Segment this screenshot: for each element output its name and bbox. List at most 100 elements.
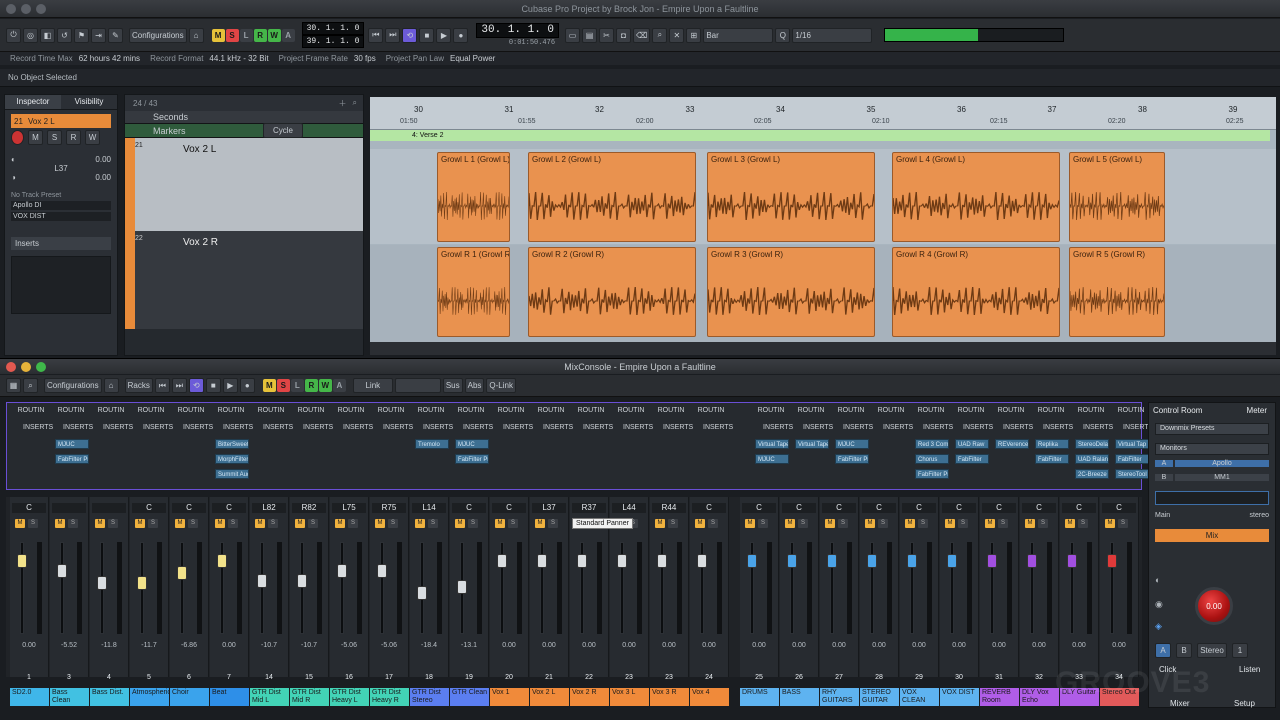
channel-name[interactable]: Vox 3 R (650, 688, 689, 706)
mix-search-icon[interactable]: ⌕ (23, 378, 38, 393)
audio-event[interactable]: Growl R 2 (Growl R) (528, 247, 696, 337)
routing-label[interactable]: ROUTIN (871, 407, 911, 414)
routing-label[interactable]: ROUTIN (951, 407, 991, 414)
routing-label[interactable]: ROUTIN (291, 407, 331, 414)
state-button-w[interactable]: W (318, 379, 332, 392)
history-icon[interactable]: ↺ (57, 27, 72, 43)
tab-control-room[interactable]: Control Room (1149, 406, 1213, 415)
solo-button[interactable]: S (108, 519, 118, 528)
routing-label[interactable]: ROUTIN (1031, 407, 1071, 414)
pan-display[interactable]: L75 (332, 503, 366, 513)
fader-cap[interactable] (1027, 554, 1037, 568)
abs-button[interactable]: Abs (464, 378, 485, 393)
position-display[interactable]: 30. 1. 1. 0 0:01:50.476 (476, 22, 560, 48)
insert-slot[interactable]: FabFilter Pr (55, 454, 89, 464)
pan-display[interactable]: C (1062, 503, 1096, 513)
fader-cap[interactable] (827, 554, 837, 568)
insert-slot[interactable]: Virtual Tap (1115, 439, 1149, 449)
dim-icon[interactable]: ◐ (1155, 575, 1160, 585)
routing-label[interactable]: ROUTIN (131, 407, 171, 414)
inserts-label[interactable]: INSERTS (691, 424, 733, 431)
fader-cap[interactable] (787, 554, 797, 568)
solo-button[interactable]: S (148, 519, 158, 528)
state-button-a[interactable]: A (281, 28, 295, 42)
mute-button[interactable]: M (905, 519, 915, 528)
fader-cap[interactable] (1067, 554, 1077, 568)
info-value[interactable]: 30 fps (354, 54, 376, 63)
fader-cap[interactable] (177, 566, 187, 580)
volume-value[interactable]: 0.00 (210, 642, 248, 649)
record-enable-icon[interactable] (11, 130, 24, 145)
state-button-l[interactable]: L (239, 28, 253, 42)
volume-value[interactable]: 0.00 (490, 642, 528, 649)
write-automation-button[interactable]: W (85, 130, 100, 145)
pan-display[interactable]: C (782, 503, 816, 513)
pan-display[interactable]: C (742, 503, 776, 513)
quantize-icon[interactable]: Q (775, 27, 791, 43)
state-button-l[interactable]: L (290, 379, 304, 392)
solo-button[interactable]: S (228, 519, 238, 528)
inserts-label[interactable]: INSERTS (171, 424, 213, 431)
stop-icon[interactable]: ■ (419, 27, 435, 43)
pan-display[interactable]: C (822, 503, 856, 513)
go-to-end-icon[interactable]: ⏭ (385, 27, 401, 43)
routing-label[interactable]: ROUTIN (491, 407, 531, 414)
channel-name[interactable]: GTR Dist Mid R (290, 688, 329, 706)
volume-value[interactable]: -11.8 (90, 642, 128, 649)
minimize-window-button[interactable] (21, 4, 31, 14)
routing-label[interactable]: ROUTIN (1071, 407, 1111, 414)
inspector-pan[interactable]: L37 (11, 164, 111, 173)
pan-display[interactable]: L82 (252, 503, 286, 513)
inserts-label[interactable]: INSERTS (211, 424, 253, 431)
monitor-b[interactable]: B MM1 (1155, 471, 1269, 483)
control-room-button[interactable]: 1 (1232, 643, 1248, 658)
volume-value[interactable]: 0.00 (1060, 642, 1098, 649)
info-label[interactable]: Record Time Max (10, 54, 73, 63)
volume-value[interactable]: -5.06 (370, 642, 408, 649)
volume-value[interactable]: -10.7 (290, 642, 328, 649)
inserts-label[interactable]: INSERTS (611, 424, 653, 431)
solo-button[interactable]: S (798, 519, 808, 528)
info-label[interactable]: Record Format (150, 54, 203, 63)
routing-label[interactable]: ROUTIN (1111, 407, 1151, 414)
state-button-r[interactable]: R (304, 379, 318, 392)
mix-button[interactable]: Mix (1155, 529, 1269, 542)
state-button-s[interactable]: S (276, 379, 290, 392)
inserts-label[interactable]: INSERTS (991, 424, 1033, 431)
insert-slot[interactable]: Tremolo (415, 439, 449, 449)
track-vox-2-r[interactable]: 22 Vox 2 R (125, 231, 363, 329)
inserts-label[interactable]: INSERTS (131, 424, 173, 431)
routing-label[interactable]: ROUTIN (611, 407, 651, 414)
control-room-button[interactable]: A (1155, 643, 1171, 658)
inserts-label[interactable]: INSERTS (371, 424, 413, 431)
solo-button[interactable]: S (388, 519, 398, 528)
setup-label[interactable]: Setup (1234, 699, 1255, 708)
mute-button[interactable]: M (495, 519, 505, 528)
snap-icon[interactable]: ⊞ (686, 27, 702, 43)
inserts-label[interactable]: INSERTS (531, 424, 573, 431)
channel-name[interactable]: GTR Dist Heavy L (330, 688, 369, 706)
audio-event[interactable]: Growl L 4 (Growl L) (892, 152, 1060, 242)
cycle-icon[interactable]: ⟲ (402, 27, 418, 43)
pan-display[interactable]: L37 (532, 503, 566, 513)
pan-display[interactable]: C (982, 503, 1016, 513)
routing-label[interactable]: ROUTIN (571, 407, 611, 414)
insert-slot[interactable]: FabFilter Pro (915, 469, 949, 479)
add-track-icon[interactable]: ＋ (339, 98, 347, 109)
pan-display[interactable]: C (1022, 503, 1056, 513)
mute-button[interactable]: M (175, 519, 185, 528)
fader-cap[interactable] (747, 554, 757, 568)
listen-label[interactable]: Listen (1239, 665, 1260, 674)
project-ruler[interactable]: 30 31 32 33 34 35 36 37 38 39 01:50 01:55 02:00 02:05… (370, 97, 1276, 130)
solo-button[interactable]: S (268, 519, 278, 528)
insert-slot[interactable]: MJUC (755, 454, 789, 464)
inspector-volume[interactable]: 0.00 (95, 155, 111, 164)
solo-button[interactable]: S (47, 130, 62, 145)
audio-event[interactable]: Growl L 1 (Growl L) (437, 152, 510, 242)
channel-name[interactable]: Vox 1 (490, 688, 529, 706)
routing-label[interactable]: ROUTIN (331, 407, 371, 414)
solo-button[interactable]: S (308, 519, 318, 528)
routing-label[interactable]: ROUTIN (651, 407, 691, 414)
solo-button[interactable]: S (468, 519, 478, 528)
mixconsole-zoom-button[interactable] (36, 362, 46, 372)
